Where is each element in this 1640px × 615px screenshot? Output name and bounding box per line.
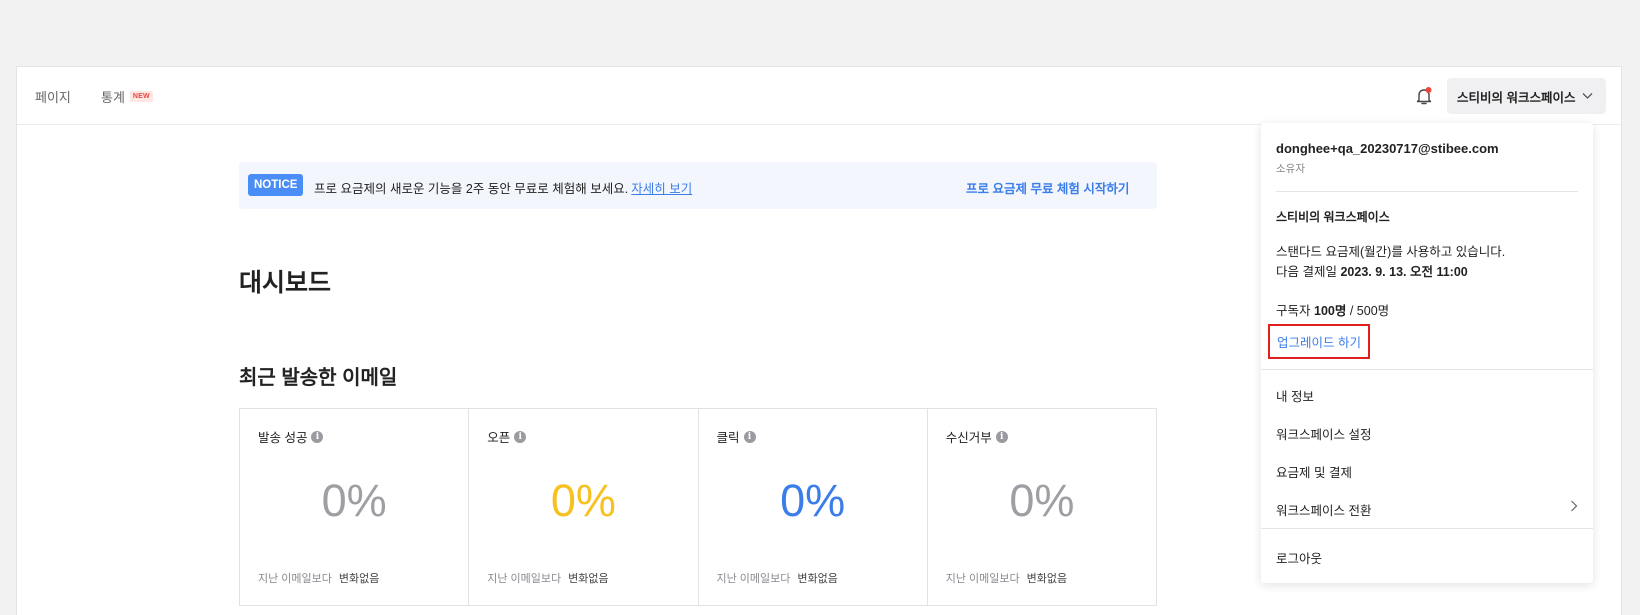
- info-icon[interactable]: i: [311, 430, 324, 443]
- recent-email-stats: 발송 성공 i 0% 지난 이메일보다 변화없음 오픈 i 0% 지난 이메일보다 변화…: [239, 408, 1157, 606]
- divider: [1276, 191, 1578, 192]
- plan-name: 스탠다드 요금제(월간): [1276, 245, 1392, 259]
- next-payment-line: 다음 결제일 2023. 9. 13. 오전 11:00: [1276, 262, 1505, 282]
- stat-label: 수신거부 i: [946, 427, 1008, 446]
- info-icon[interactable]: i: [743, 430, 756, 443]
- workspace-menu-button[interactable]: 스티비의 워크스페이스: [1447, 78, 1606, 114]
- info-icon[interactable]: i: [514, 430, 527, 443]
- stat-value: 0%: [780, 475, 846, 526]
- nav-stats-label: 통계: [101, 90, 125, 105]
- menu-logout[interactable]: 로그아웃: [1276, 548, 1578, 567]
- stat-footer: 지난 이메일보다 변화없음: [258, 570, 379, 586]
- next-payment-label: 다음 결제일: [1276, 265, 1337, 279]
- chevron-right-icon: [1570, 499, 1578, 515]
- stat-footer: 지난 이메일보다 변화없음: [946, 570, 1067, 586]
- stat-footer-label: 지난 이메일보다: [716, 573, 791, 585]
- stat-value: 0%: [321, 475, 387, 526]
- plan-info: 스탠다드 요금제(월간)를 사용하고 있습니다. 다음 결제일 2023. 9.…: [1276, 242, 1505, 282]
- menu-plan-billing[interactable]: 요금제 및 결제: [1276, 462, 1578, 481]
- stat-card-unsubscribe: 수신거부 i 0% 지난 이메일보다 변화없음: [928, 409, 1156, 605]
- stat-card-open: 오픈 i 0% 지난 이메일보다 변화없음: [469, 409, 699, 605]
- start-pro-trial-link[interactable]: 프로 요금제 무료 체험 시작하기: [966, 178, 1129, 197]
- stat-label: 발송 성공 i: [258, 427, 324, 446]
- subscriber-count: 구독자 100명 / 500명: [1276, 300, 1389, 319]
- nav-stats[interactable]: 통계 NEW: [101, 87, 153, 106]
- stat-label-text: 발송 성공: [258, 431, 308, 445]
- stat-footer: 지난 이메일보다 변화없음: [717, 570, 838, 586]
- menu-switch-workspace-label: 워크스페이스 전환: [1276, 504, 1372, 518]
- nav-pages[interactable]: 페이지: [35, 87, 71, 106]
- notice-banner: NOTICE 프로 요금제의 새로운 기능을 2주 동안 무료로 체험해 보세요…: [239, 162, 1157, 209]
- plan-line: 스탠다드 요금제(월간)를 사용하고 있습니다.: [1276, 242, 1505, 262]
- stat-label-text: 오픈: [487, 431, 511, 445]
- notice-message: 프로 요금제의 새로운 기능을 2주 동안 무료로 체험해 보세요.: [314, 182, 629, 196]
- account-role: 소유자: [1276, 163, 1305, 175]
- subscribers-count: 100명: [1314, 304, 1347, 318]
- subscribers-limit: / 500명: [1349, 304, 1390, 318]
- account-email: donghee+qa_20230717@stibee.com: [1276, 141, 1499, 156]
- new-badge: NEW: [129, 91, 153, 102]
- stat-card-delivered: 발송 성공 i 0% 지난 이메일보다 변화없음: [240, 409, 470, 605]
- notice-details-link[interactable]: 자세히 보기: [631, 182, 692, 196]
- stat-footer-value: 변화없음: [1026, 573, 1068, 585]
- divider: [1261, 369, 1593, 370]
- stat-label: 클릭 i: [717, 427, 756, 446]
- notice-badge: NOTICE: [248, 174, 304, 196]
- stat-footer-label: 지난 이메일보다: [258, 573, 332, 585]
- stat-value: 0%: [550, 475, 616, 526]
- divider: [1261, 528, 1593, 529]
- stat-footer-value: 변화없음: [568, 573, 609, 585]
- workspace-button-label: 스티비의 워크스페이스: [1457, 90, 1576, 105]
- stat-label: 오픈 i: [487, 427, 527, 446]
- stat-footer-value: 변화없음: [338, 573, 380, 585]
- stat-footer: 지난 이메일보다 변화없음: [487, 570, 608, 586]
- stat-label-text: 클릭: [716, 431, 740, 445]
- workspace-dropdown-menu: donghee+qa_20230717@stibee.com 소유자 스티비의 …: [1261, 123, 1593, 583]
- stat-value: 0%: [1009, 475, 1075, 526]
- workspace-name: 스티비의 워크스페이스: [1276, 210, 1390, 224]
- menu-my-info[interactable]: 내 정보: [1276, 386, 1578, 405]
- chevron-down-icon: [1582, 89, 1593, 103]
- stat-footer-value: 변화없음: [797, 573, 838, 585]
- notice-text: 프로 요금제의 새로운 기능을 2주 동안 무료로 체험해 보세요. 자세히 보기: [314, 178, 692, 197]
- stat-label-text: 수신거부: [945, 431, 992, 445]
- top-bar: 페이지 통계 NEW 스티비의 워크스페이스: [17, 67, 1621, 125]
- plan-suffix: 를 사용하고 있습니다.: [1391, 245, 1506, 259]
- subscribers-label: 구독자: [1276, 304, 1311, 318]
- stat-card-click: 클릭 i 0% 지난 이메일보다 변화없음: [699, 409, 928, 605]
- page-title: 대시보드: [239, 269, 332, 297]
- stat-footer-label: 지난 이메일보다: [945, 573, 1020, 585]
- next-payment-date: 2023. 9. 13. 오전 11:00: [1340, 265, 1468, 279]
- upgrade-button[interactable]: 업그레이드 하기: [1268, 324, 1370, 359]
- info-icon[interactable]: i: [995, 430, 1008, 443]
- section-title: 최근 발송한 이메일: [239, 367, 398, 389]
- stat-footer-label: 지난 이메일보다: [487, 573, 562, 585]
- menu-switch-workspace[interactable]: 워크스페이스 전환: [1276, 500, 1578, 519]
- notification-bell-icon[interactable]: [1413, 85, 1435, 107]
- menu-workspace-settings[interactable]: 워크스페이스 설정: [1276, 424, 1578, 443]
